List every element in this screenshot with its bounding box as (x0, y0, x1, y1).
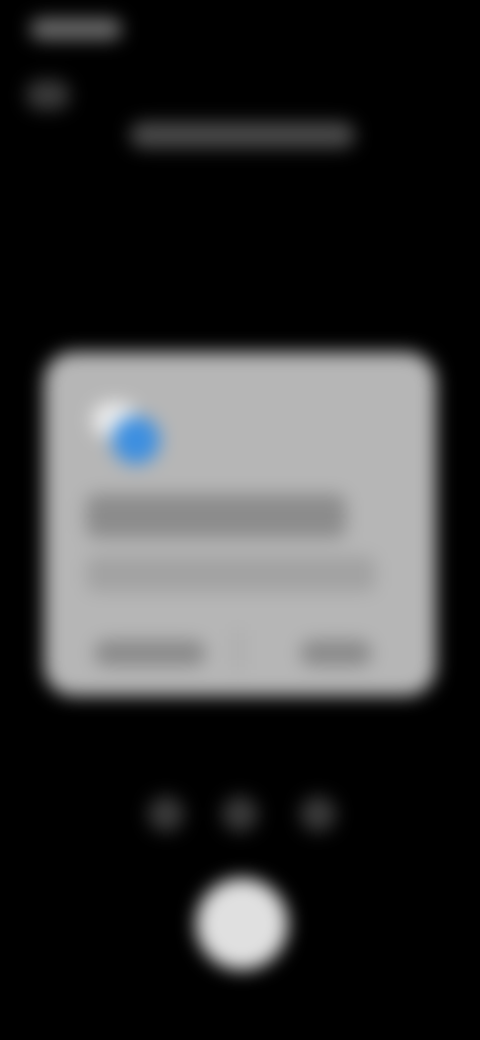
dialog-button-divider (236, 630, 240, 670)
camera-mode-button-3[interactable] (300, 796, 336, 832)
camera-mode-button-2[interactable] (222, 796, 258, 832)
status-indicator-icon (26, 80, 70, 110)
cloud-badge-icon (92, 402, 162, 468)
dialog-message (86, 556, 376, 592)
header-title (130, 122, 355, 148)
dialog-positive-button[interactable] (300, 640, 372, 666)
blurred-background (0, 0, 480, 1040)
shutter-button[interactable] (196, 878, 288, 970)
dialog-negative-button[interactable] (94, 640, 206, 666)
dialog-title (86, 494, 346, 538)
status-time (30, 18, 122, 40)
camera-mode-button-1[interactable] (148, 796, 184, 832)
